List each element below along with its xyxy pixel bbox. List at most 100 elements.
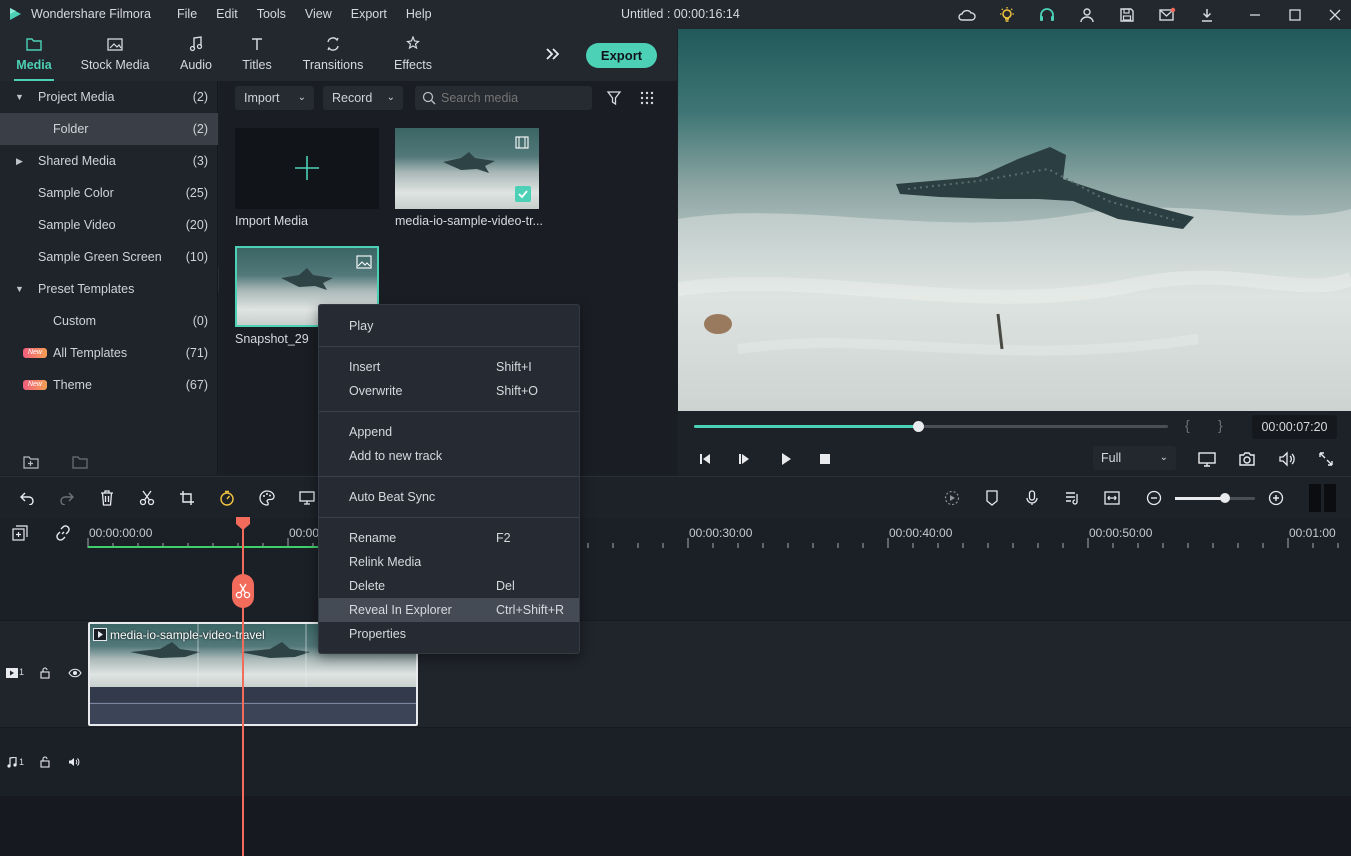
menu-item-relink-media[interactable]: Relink Media: [319, 550, 579, 574]
stop-icon[interactable]: [819, 453, 831, 465]
preview-viewer[interactable]: [678, 29, 1351, 411]
tab-titles[interactable]: Titles: [237, 35, 277, 77]
menu-view[interactable]: View: [305, 7, 332, 21]
library-item-sample-video[interactable]: Sample Video (20): [0, 209, 218, 241]
chevron-down-icon: ⌄: [386, 92, 395, 103]
menu-item-shortcut: Ctrl+Shift+R: [496, 603, 565, 617]
split-playhead-button[interactable]: [232, 574, 254, 608]
redo-icon[interactable]: [58, 489, 76, 507]
account-icon[interactable]: [1077, 5, 1097, 25]
microphone-icon[interactable]: [1023, 489, 1041, 507]
library-item-theme[interactable]: New Theme (67): [0, 369, 218, 401]
delete-icon[interactable]: [98, 489, 116, 507]
menu-export[interactable]: Export: [351, 7, 387, 21]
mark-out-icon[interactable]: }: [1218, 417, 1223, 433]
caret-down-icon: ▼: [15, 284, 24, 294]
import-dropdown[interactable]: Import ⌄: [235, 86, 314, 110]
save-icon[interactable]: [1117, 5, 1137, 25]
library-item-all-templates[interactable]: New All Templates (71): [0, 337, 218, 369]
tab-effects[interactable]: Effects: [390, 35, 436, 77]
snapshot-camera-icon[interactable]: [1238, 451, 1256, 467]
menu-item-label: Append: [349, 425, 393, 439]
menu-item-play[interactable]: Play: [319, 314, 579, 338]
tab-audio[interactable]: Audio: [176, 35, 216, 77]
fit-timeline-icon[interactable]: [1103, 489, 1121, 507]
tab-transitions[interactable]: Transitions: [300, 35, 366, 77]
menu-item-properties[interactable]: Properties: [319, 622, 579, 646]
menu-item-overwrite[interactable]: Overwrite Shift+O: [319, 379, 579, 403]
folder-icon[interactable]: [72, 455, 88, 469]
zoom-out-icon[interactable]: [1145, 489, 1163, 507]
next-frame-icon[interactable]: [738, 452, 752, 466]
menu-edit[interactable]: Edit: [216, 7, 238, 21]
grid-view-icon[interactable]: [640, 91, 654, 105]
library-item-folder[interactable]: Folder (2): [0, 113, 218, 145]
record-dropdown[interactable]: Record ⌄: [323, 86, 403, 110]
filter-icon[interactable]: [606, 90, 622, 106]
import-media-tile[interactable]: [235, 128, 379, 209]
menu-item-reveal-in-explorer[interactable]: Reveal In Explorer Ctrl+Shift+R: [319, 598, 579, 622]
library-item-count: (20): [185, 218, 208, 232]
library-item-preset-templates[interactable]: ▼ Preset Templates: [0, 273, 218, 305]
maximize-icon[interactable]: [1285, 5, 1305, 25]
speed-icon[interactable]: [218, 489, 236, 507]
color-palette-icon[interactable]: [258, 489, 276, 507]
lightbulb-icon[interactable]: [997, 5, 1017, 25]
playback-scrubber-handle[interactable]: [912, 421, 924, 432]
tab-stock-media[interactable]: Stock Media: [80, 35, 150, 77]
monitor-icon[interactable]: [298, 489, 316, 507]
eye-icon[interactable]: [68, 668, 82, 678]
menu-item-add-to-new-track[interactable]: Add to new track: [319, 444, 579, 468]
library-item-sample-color[interactable]: Sample Color (25): [0, 177, 218, 209]
playhead-handle[interactable]: [235, 517, 251, 531]
zoom-slider-handle[interactable]: [1219, 493, 1230, 503]
track-empty-area: [0, 797, 1351, 856]
download-icon[interactable]: [1197, 5, 1217, 25]
lock-icon[interactable]: [40, 756, 50, 768]
menu-tools[interactable]: Tools: [257, 7, 286, 21]
new-folder-icon[interactable]: [23, 455, 39, 469]
headset-icon[interactable]: [1037, 5, 1057, 25]
play-icon[interactable]: [779, 452, 793, 466]
library-item-custom[interactable]: Custom (0): [0, 305, 218, 337]
scissors-icon[interactable]: [138, 489, 156, 507]
fullscreen-icon[interactable]: [1318, 451, 1334, 467]
mark-in-icon[interactable]: {: [1185, 417, 1190, 433]
menu-item-auto-beat-sync[interactable]: Auto Beat Sync: [319, 485, 579, 509]
mail-icon[interactable]: [1157, 5, 1177, 25]
tab-media[interactable]: Media: [14, 35, 54, 81]
menu-item-append[interactable]: Append: [319, 420, 579, 444]
speaker-icon[interactable]: [68, 757, 80, 767]
menu-file[interactable]: File: [177, 7, 197, 21]
preview-quality-dropdown[interactable]: Full ⌄: [1093, 446, 1176, 470]
previous-frame-icon[interactable]: [698, 452, 712, 466]
cloud-icon[interactable]: [957, 5, 977, 25]
marker-icon[interactable]: [983, 489, 1001, 507]
library-item-project-media[interactable]: ▼ Project Media (2): [0, 81, 218, 113]
audio-mixer-icon[interactable]: [1063, 489, 1081, 507]
menu-item-delete[interactable]: Delete Del: [319, 574, 579, 598]
media-thumbnail-video[interactable]: [395, 128, 539, 209]
lock-icon[interactable]: [40, 667, 50, 679]
menu-item-rename[interactable]: Rename F2: [319, 526, 579, 550]
more-tabs-icon[interactable]: [545, 47, 561, 61]
menu-help[interactable]: Help: [406, 7, 432, 21]
menu-item-insert[interactable]: Insert Shift+I: [319, 355, 579, 379]
minimize-icon[interactable]: [1245, 5, 1265, 25]
close-icon[interactable]: [1325, 5, 1345, 25]
timeline-tracks: 1 media-io-sample-video-travel 1: [0, 550, 1351, 856]
playback-progress-track[interactable]: [694, 421, 1168, 432]
timeline-ruler[interactable]: 00:00:00:00 00:00 00:00:30:00 00:00:40:0…: [0, 518, 1351, 550]
crop-icon[interactable]: [178, 489, 196, 507]
search-input[interactable]: [415, 86, 592, 110]
project-title: Untitled : 00:00:16:14: [621, 7, 740, 21]
display-icon[interactable]: [1198, 451, 1216, 467]
zoom-in-icon[interactable]: [1267, 489, 1285, 507]
library-item-shared-media[interactable]: ▶ Shared Media (3): [0, 145, 218, 177]
export-button[interactable]: Export: [586, 43, 657, 68]
volume-icon[interactable]: [1278, 451, 1296, 467]
zoom-slider[interactable]: [1175, 493, 1255, 503]
undo-icon[interactable]: [18, 489, 36, 507]
render-preview-icon[interactable]: [943, 489, 961, 507]
library-item-sample-green-screen[interactable]: Sample Green Screen (10): [0, 241, 218, 273]
